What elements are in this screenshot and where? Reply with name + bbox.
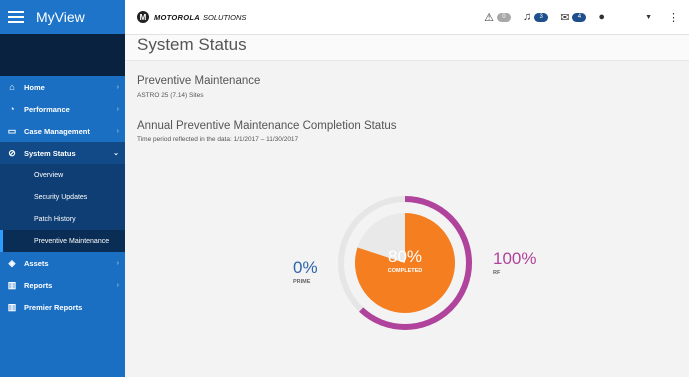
rf-percent: 100% (493, 249, 537, 268)
chevron-right-icon: › (116, 259, 119, 267)
sidebar-subitem-security-updates[interactable]: Security Updates (0, 186, 125, 208)
sidebar: MyView ⌂ Home › ◔ Performance › ▭ Case M… (0, 0, 125, 377)
notifications-badge: 3 (534, 12, 549, 22)
section-subtitle: ASTRO 25 (7.14) Sites (137, 92, 204, 99)
sidebar-item-label: Home (24, 82, 45, 92)
sidebar-item-case-management[interactable]: ▭ Case Management › (0, 120, 125, 142)
sidebar-item-label: Premier Reports (24, 302, 83, 312)
sidebar-item-label: Reports (24, 280, 53, 290)
check-circle-icon: ⊘ (8, 147, 16, 158)
chevron-right-icon: › (116, 281, 119, 289)
alerts-badge: 0 (496, 12, 511, 22)
gauge-icon: ◔ (9, 104, 15, 114)
hamburger-menu-icon[interactable] (8, 8, 24, 26)
sidebar-item-system-status[interactable]: ⊘ System Status ⌄ (0, 142, 125, 164)
prime-metric: 0% PRIME (293, 258, 318, 285)
topbar-actions: ⚠ 0 ♫ 3 ✉ 4 ● ▼ ⋮ (472, 0, 679, 34)
sidebar-item-label: System Status (24, 148, 76, 158)
section-title: Preventive Maintenance (137, 75, 261, 87)
sidebar-item-reports[interactable]: ▥ Reports › (0, 274, 125, 296)
page-header: System Status (125, 35, 689, 61)
alerts-button[interactable]: ⚠ 0 (484, 11, 511, 24)
motorola-logo: M MOTOROLA SOLUTIONS (137, 11, 246, 23)
sidebar-subitem-patch-history[interactable]: Patch History (0, 208, 125, 230)
chart-title: Annual Preventive Maintenance Completion… (137, 120, 397, 132)
page-title: System Status (137, 35, 247, 54)
sidebar-subitem-overview[interactable]: Overview (0, 164, 125, 186)
sidebar-item-label: Performance (24, 104, 70, 114)
user-icon: ● (598, 11, 606, 23)
more-menu-button[interactable]: ⋮ (668, 11, 679, 24)
rf-metric: 100% RF (493, 249, 536, 276)
brand-name: MOTOROLA (154, 12, 201, 22)
case-icon: ▭ (7, 125, 17, 136)
system-status-group: ⊘ System Status ⌄ Overview Security Upda… (0, 142, 125, 252)
notifications-button[interactable]: ♫ 3 (522, 11, 549, 23)
prime-percent: 0% (293, 258, 318, 277)
caret-down-icon: ▼ (645, 13, 652, 21)
sidebar-subitem-preventive-maintenance[interactable]: Preventive Maintenance (0, 230, 125, 252)
chevron-right-icon: › (116, 105, 119, 113)
vertical-dots-icon: ⋮ (668, 11, 679, 24)
bar-chart-icon: ▥ (7, 279, 17, 290)
sidebar-nav: ⌂ Home › ◔ Performance › ▭ Case Manageme… (0, 76, 125, 318)
prime-label: PRIME (293, 279, 311, 285)
sidebar-item-home[interactable]: ⌂ Home › (0, 76, 125, 98)
warning-icon: ⚠ (484, 11, 494, 24)
sidebar-item-label: Case Management (24, 126, 90, 136)
rf-label: RF (493, 270, 501, 276)
completed-label: COMPLETED (388, 268, 423, 274)
completed-percent: 80% (388, 247, 422, 266)
app-title: MyView (36, 9, 85, 25)
brand-suffix: SOLUTIONS (203, 12, 247, 22)
chart-subtitle: Time period reflected in the data: 1/1/2… (137, 136, 299, 143)
chevron-down-icon: ⌄ (113, 150, 119, 157)
sidebar-item-premier-reports[interactable]: ▥ Premier Reports (0, 296, 125, 318)
motorola-m-icon: M (137, 11, 149, 23)
chevron-right-icon: › (116, 83, 119, 91)
main-content: Preventive Maintenance ASTRO 25 (7.14) S… (125, 61, 689, 377)
sidebar-spacer (0, 34, 125, 76)
sidebar-item-label: Assets (24, 258, 49, 268)
premier-chart-icon: ▥ (7, 301, 17, 312)
chevron-right-icon: › (116, 127, 119, 135)
completion-donut-chart: 80% COMPLETED (338, 196, 472, 330)
diamond-icon: ◈ (8, 257, 16, 268)
bell-icon: ♫ (522, 11, 532, 23)
top-bar: M MOTOROLA SOLUTIONS ⚠ 0 ♫ 3 ✉ 4 ● ▼ ⋮ (125, 0, 689, 35)
sidebar-header: MyView (0, 0, 125, 34)
sidebar-item-assets[interactable]: ◈ Assets › (0, 252, 125, 274)
home-icon: ⌂ (9, 82, 15, 92)
messages-badge: 4 (572, 12, 587, 22)
messages-button[interactable]: ✉ 4 (560, 11, 587, 24)
mail-icon: ✉ (560, 11, 570, 24)
user-button[interactable]: ● (598, 11, 605, 23)
user-dropdown-button[interactable]: ▼ (645, 14, 652, 21)
sidebar-item-performance[interactable]: ◔ Performance › (0, 98, 125, 120)
